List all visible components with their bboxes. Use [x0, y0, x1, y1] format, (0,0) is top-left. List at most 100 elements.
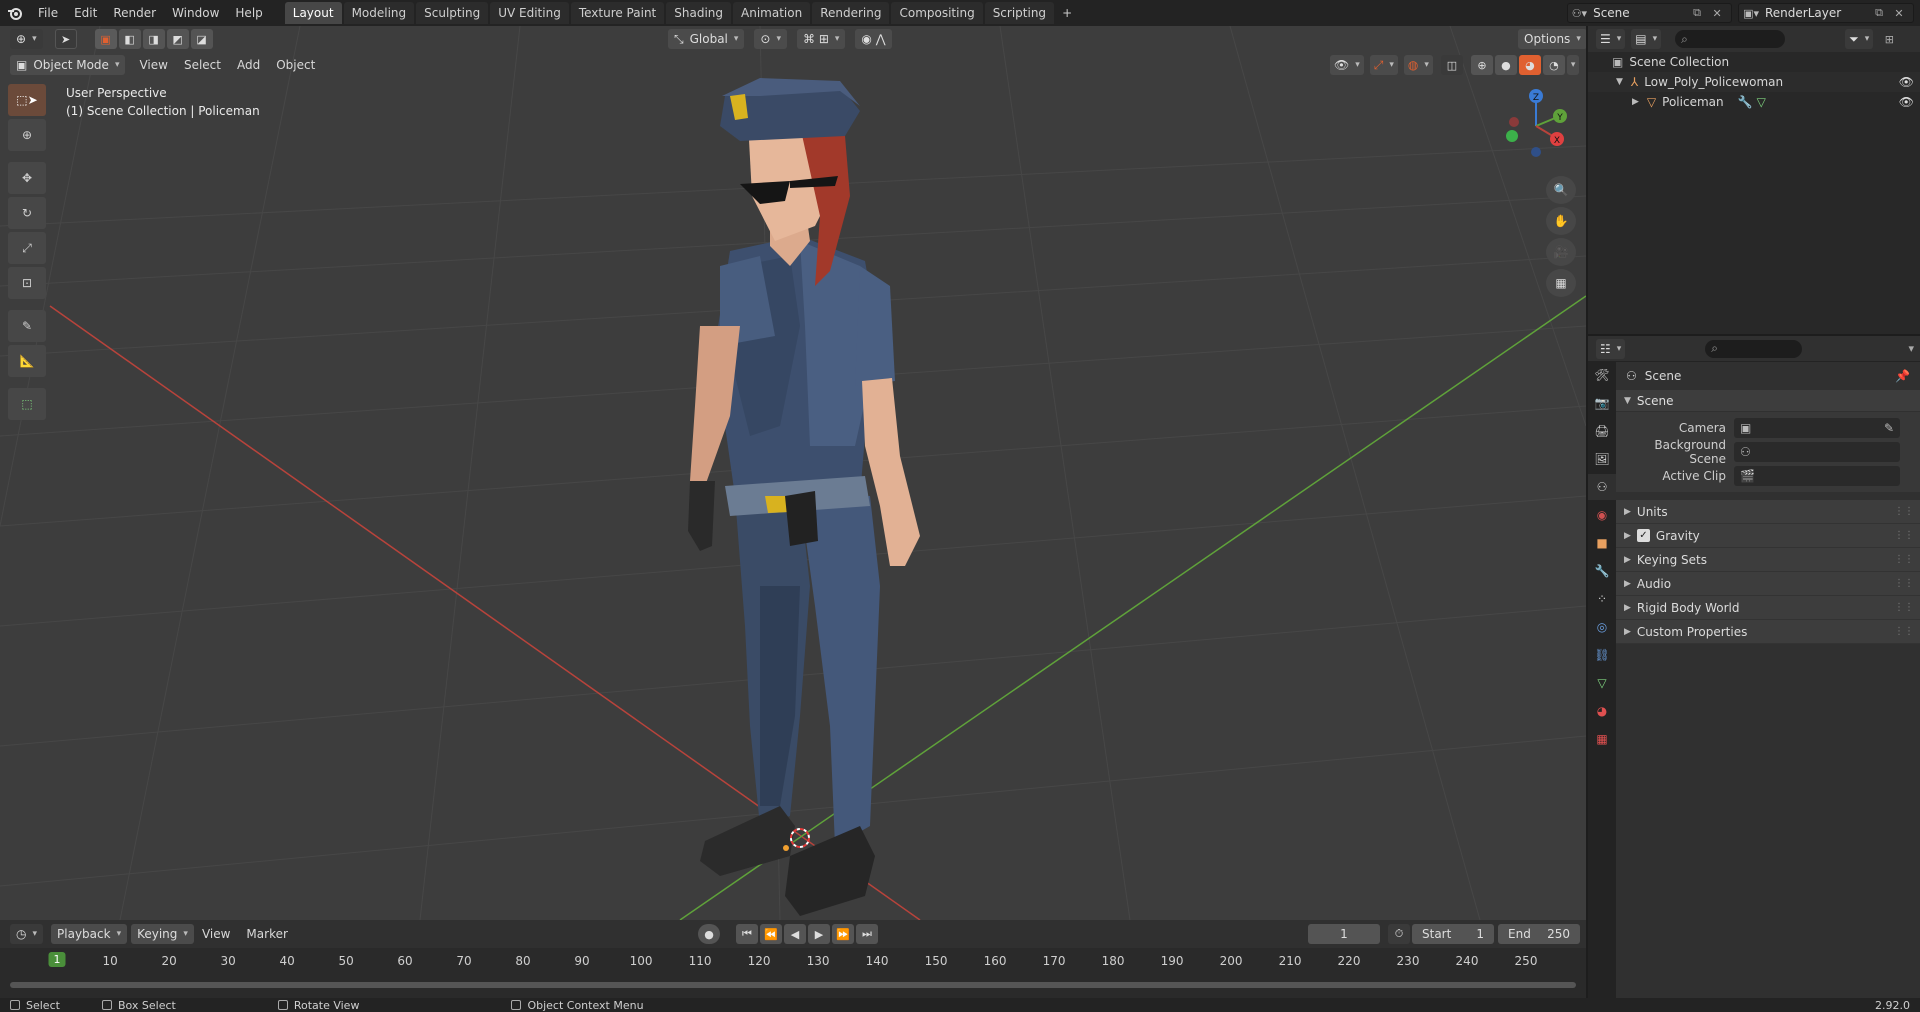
start-frame-field[interactable]: Start 1	[1412, 924, 1494, 944]
current-frame-field[interactable]: 1	[1308, 924, 1380, 944]
menu-file[interactable]: File	[30, 0, 66, 26]
move-tool[interactable]: ✥	[8, 162, 46, 194]
camera-field[interactable]: ▣ ✎	[1734, 418, 1900, 438]
xray-toggle-icon[interactable]: ◫	[1440, 55, 1463, 75]
properties-editor-type[interactable]: ☷ ▾	[1596, 338, 1626, 359]
add-workspace-button[interactable]: +	[1056, 2, 1078, 24]
world-tab[interactable]: ◉	[1588, 502, 1616, 528]
visibility-eye-icon[interactable]: 👁	[1899, 95, 1914, 109]
jump-end-button[interactable]: ⏭	[856, 924, 878, 944]
object-visibility-dropdown[interactable]: 👁 ▾	[1330, 55, 1364, 75]
rigid-body-world-panel[interactable]: ▶ Rigid Body World ⋮⋮	[1616, 596, 1920, 620]
audio-panel[interactable]: ▶ Audio ⋮⋮	[1616, 572, 1920, 596]
delete-scene-icon[interactable]: ✕	[1707, 4, 1727, 22]
duplicate-view-layer-icon[interactable]: ⧉	[1869, 4, 1889, 22]
overlays-toggle[interactable]: ◍ ▾	[1403, 55, 1433, 75]
tab-scripting[interactable]: Scripting	[984, 2, 1055, 24]
drag-grip-icon[interactable]: ⋮⋮	[1894, 602, 1914, 613]
rendered-shading-icon[interactable]: ◔	[1542, 55, 1565, 75]
menu-edit[interactable]: Edit	[66, 0, 105, 26]
viewport-menu-add[interactable]: Add	[229, 58, 268, 72]
outliner-row-object[interactable]: ▶ ▽ Policeman 🔧 ▽ 👁	[1588, 92, 1920, 112]
tab-modeling[interactable]: Modeling	[343, 2, 415, 24]
scene-panel-header[interactable]: ▼ Scene	[1616, 390, 1920, 412]
menu-render[interactable]: Render	[105, 0, 164, 26]
particles-tab[interactable]: ⁘	[1588, 586, 1616, 612]
custom-properties-panel[interactable]: ▶ Custom Properties ⋮⋮	[1616, 620, 1920, 644]
options-dropdown[interactable]: Options ▾	[1518, 29, 1586, 49]
physics-tab[interactable]: ◎	[1588, 614, 1616, 640]
drag-grip-icon[interactable]: ⋮⋮	[1894, 506, 1914, 517]
measure-tool[interactable]: 📐	[8, 345, 46, 377]
transform-tool[interactable]: ⊡	[8, 267, 46, 299]
camera-view-button[interactable]: 🎥	[1546, 238, 1576, 266]
select-extend-icon[interactable]: ◧	[118, 29, 141, 49]
jump-keyframe-forward-button[interactable]: ⏩	[832, 924, 854, 944]
drag-grip-icon[interactable]: ⋮⋮	[1894, 578, 1914, 589]
expand-arrow-icon[interactable]: ▼	[1616, 77, 1623, 87]
playhead[interactable]: 1	[48, 952, 66, 967]
timeline-view-menu[interactable]: View	[194, 927, 238, 941]
drag-grip-icon[interactable]: ⋮⋮	[1894, 626, 1914, 637]
play-reverse-button[interactable]: ◀	[784, 924, 806, 944]
transform-orientation-dropdown[interactable]: ⤡ Global ▾	[668, 29, 745, 49]
outliner-row-collection[interactable]: ▼ ⅄ Low_Poly_Policewoman 👁	[1588, 72, 1920, 92]
solid-shading-icon[interactable]: ●	[1494, 55, 1517, 75]
jump-keyframe-back-button[interactable]: ⏪	[760, 924, 782, 944]
timeline-scrollbar[interactable]	[10, 982, 1576, 988]
gravity-panel[interactable]: ▶ ✓ Gravity ⋮⋮	[1616, 524, 1920, 548]
tool-select-icon[interactable]: ➤	[54, 29, 77, 49]
outliner-filter[interactable]: ⏷ ▾	[1845, 29, 1874, 49]
scale-tool[interactable]: ⤢	[8, 232, 46, 264]
scene-selector[interactable]: ⚇▾ Scene ⧉ ✕	[1566, 3, 1733, 23]
rotate-tool[interactable]: ↻	[8, 197, 46, 229]
viewport-menu-object[interactable]: Object	[268, 58, 323, 72]
snap-toggle[interactable]: ⌘ ⊞ ▾	[797, 29, 846, 49]
annotate-tool[interactable]: ✎	[8, 310, 46, 342]
timeline-ruler[interactable]: 10 20 30 40 50 60 70 80 90 100 110 120 130 140 150 160 1…	[0, 948, 1586, 976]
properties-options-icon[interactable]: ▾	[1902, 340, 1920, 358]
duplicate-scene-icon[interactable]: ⧉	[1687, 4, 1707, 22]
3d-viewport[interactable]: ⊕ ▾ ➤ ▣ ◧ ◨ ◩ ◪ ⤡ Global ▾ ⊙ ▾ ⌘ ⊞ ▾ ◉ ⋀ Opt…	[0, 26, 1586, 920]
texture-tab[interactable]: ▦	[1588, 726, 1616, 752]
record-button[interactable]: ●	[698, 924, 720, 944]
proportional-edit-toggle[interactable]: ◉ ⋀	[855, 29, 892, 49]
outliner-editor-type[interactable]: ☰ ▾	[1596, 29, 1626, 49]
gizmo-toggle[interactable]: ⤢ ▾	[1369, 55, 1398, 75]
tab-texture-paint[interactable]: Texture Paint	[570, 2, 665, 24]
units-panel[interactable]: ▶ Units ⋮⋮	[1616, 500, 1920, 524]
timeline-marker-menu[interactable]: Marker	[238, 927, 295, 941]
tab-compositing[interactable]: Compositing	[891, 2, 983, 24]
object-data-tab[interactable]: ▽	[1588, 670, 1616, 696]
end-frame-field[interactable]: End 250	[1498, 924, 1580, 944]
timeline-editor-type[interactable]: ◷ ▾	[10, 924, 44, 944]
new-collection-icon[interactable]: ⊞	[1879, 30, 1899, 48]
gravity-checkbox[interactable]: ✓	[1636, 529, 1650, 542]
playback-menu[interactable]: Playback ▾	[51, 924, 128, 944]
cursor-tool[interactable]: ⊕	[8, 119, 46, 151]
add-cube-tool[interactable]: ⬚	[8, 388, 46, 420]
properties-search[interactable]: ⌕	[1705, 339, 1803, 358]
tool-settings-tab[interactable]: 🛠	[1588, 362, 1616, 388]
expand-arrow-icon[interactable]: ▶	[1632, 97, 1639, 107]
shading-options-dropdown[interactable]: ▾	[1566, 55, 1580, 75]
tab-rendering[interactable]: Rendering	[812, 2, 890, 24]
select-intersect-icon[interactable]: ◪	[190, 29, 213, 49]
background-scene-field[interactable]: ⚇	[1734, 442, 1900, 462]
tab-sculpting[interactable]: Sculpting	[416, 2, 489, 24]
view-layer-selector[interactable]: ▣▾ RenderLayer ⧉ ✕	[1738, 3, 1914, 23]
jump-start-button[interactable]: ⏮	[736, 924, 758, 944]
select-new-icon[interactable]: ▣	[94, 29, 117, 49]
keying-sets-panel[interactable]: ▶ Keying Sets ⋮⋮	[1616, 548, 1920, 572]
eyedropper-icon[interactable]: ✎	[1884, 421, 1894, 435]
scene-tab[interactable]: ⚇	[1588, 474, 1616, 500]
menu-help[interactable]: Help	[227, 0, 270, 26]
output-tab[interactable]: 🖨	[1588, 418, 1616, 444]
pan-view-button[interactable]: ✋	[1546, 207, 1576, 235]
outliner-display-mode[interactable]: ▤ ▾	[1631, 29, 1662, 49]
play-button[interactable]: ▶	[808, 924, 830, 944]
policewoman-model[interactable]	[688, 78, 920, 916]
menu-window[interactable]: Window	[164, 0, 227, 26]
render-tab[interactable]: 📷	[1588, 390, 1616, 416]
select-box-tool[interactable]: ⬚➤	[8, 84, 46, 116]
